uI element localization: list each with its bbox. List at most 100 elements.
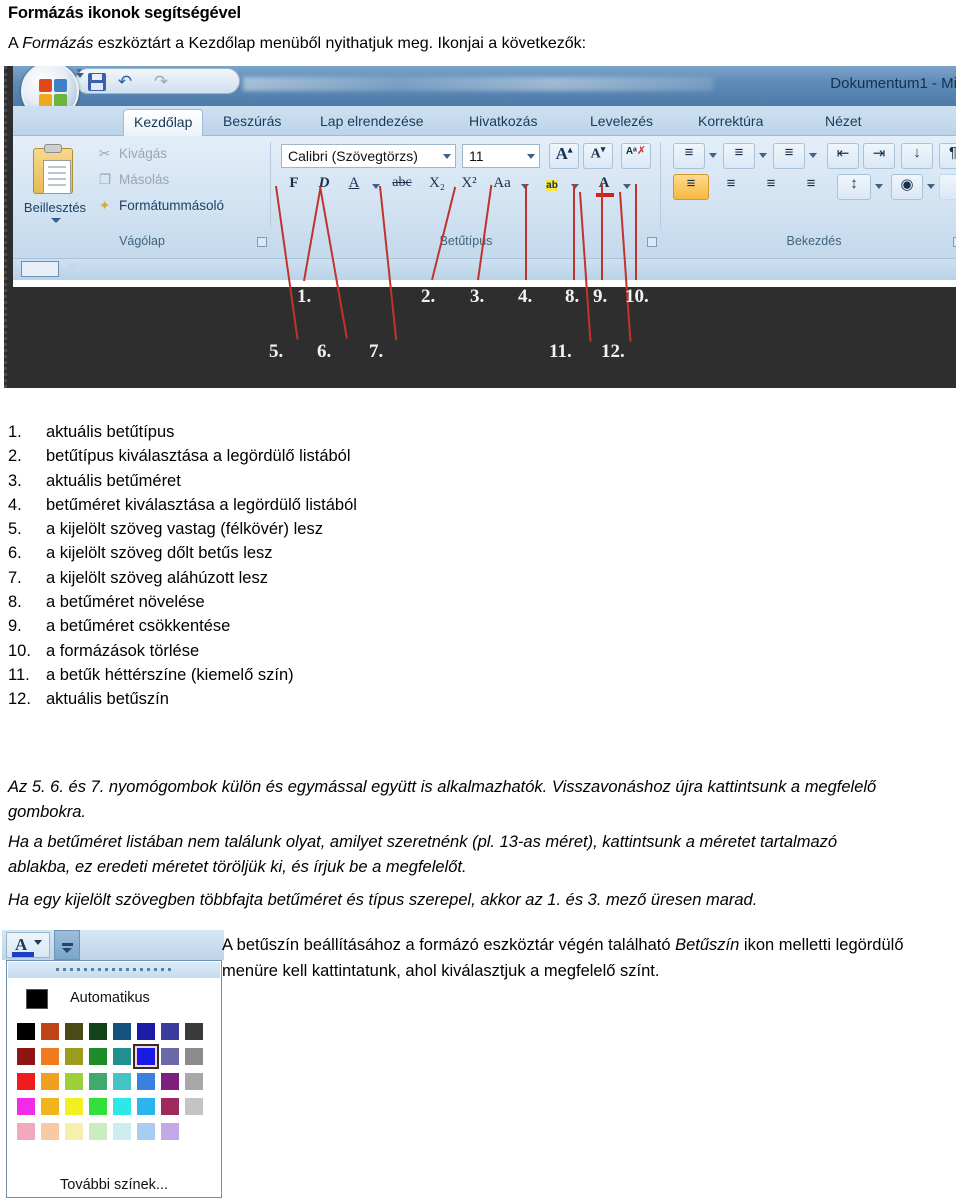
color-picker-handle[interactable] [54,930,80,960]
subscript-button[interactable]: X₂ [423,174,451,200]
undo-icon[interactable]: ↶ [116,73,134,91]
color-swatch[interactable] [89,1073,107,1090]
color-swatch[interactable] [161,1123,179,1140]
color-swatch[interactable] [137,1023,155,1040]
decrease-indent-icon[interactable]: ⇤ [827,143,859,169]
color-swatch[interactable] [17,1098,35,1115]
multilevel-list-dropdown-icon[interactable] [809,153,817,158]
color-swatch[interactable] [185,1073,203,1090]
color-swatch[interactable] [17,1023,35,1040]
color-swatch[interactable] [113,1073,131,1090]
bullet-list-icon[interactable]: ≡ [673,143,705,169]
color-swatch[interactable] [161,1048,179,1065]
font-size-dropdown-icon[interactable] [527,154,535,159]
ribbon-tab-strip[interactable]: Kezdőlap Beszúrás Lap elrendezése Hivatk… [13,106,956,136]
line-spacing-icon[interactable]: ↕ [837,174,871,200]
tab-levelezes[interactable]: Levelezés [580,109,663,136]
color-swatch[interactable] [41,1073,59,1090]
more-colors-item[interactable]: További színek... [8,1177,220,1193]
bullet-list-dropdown-icon[interactable] [709,153,717,158]
color-swatch[interactable] [17,1123,35,1140]
tab-korrektura[interactable]: Korrektúra [688,109,773,136]
underline-button[interactable]: A [341,174,367,200]
color-swatch[interactable] [113,1098,131,1115]
color-swatch[interactable] [161,1073,179,1090]
font-color-button[interactable]: A [6,932,50,958]
color-swatch[interactable] [65,1048,83,1065]
color-swatch[interactable] [137,1123,155,1140]
color-swatch[interactable] [137,1073,155,1090]
save-icon[interactable] [88,73,106,91]
selected-color-swatch[interactable] [137,1048,155,1065]
shading-icon[interactable]: ◉ [891,174,923,200]
tab-hivatkozas[interactable]: Hivatkozás [459,109,547,136]
color-picker-panel[interactable]: Automatikus További színek... [6,960,222,1198]
color-swatch[interactable] [41,1048,59,1065]
color-swatch[interactable] [89,1023,107,1040]
cut-button[interactable]: ✂ Kivágás [99,146,167,162]
customize-qat-icon[interactable] [76,73,84,78]
numbered-list-icon[interactable]: ≡ [723,143,755,169]
color-picker-grip[interactable] [8,962,220,978]
line-spacing-dropdown-icon[interactable] [875,184,883,189]
paste-dropdown-icon[interactable] [51,218,61,223]
copy-button[interactable]: ❐ Másolás [99,172,169,188]
clear-formatting-icon[interactable]: Aᵃ✗ [621,143,651,169]
italic-button[interactable]: D [311,174,337,200]
automatic-color-swatch[interactable] [26,989,48,1009]
sort-icon[interactable]: ↓ [901,143,933,169]
paste-icon[interactable] [31,144,77,196]
tab-kezdolap[interactable]: Kezdőlap [123,109,204,136]
color-swatch[interactable] [161,1098,179,1115]
align-center-icon[interactable]: ≡ [713,174,749,200]
color-swatch[interactable] [185,1023,203,1040]
color-swatch[interactable] [65,1123,83,1140]
paragraph-dialog-launcher[interactable] [953,237,956,247]
shading-dropdown-icon[interactable] [927,184,935,189]
multilevel-list-icon[interactable]: ≡ [773,143,805,169]
text-highlight-icon[interactable]: ab [537,174,567,200]
align-left-icon[interactable]: ≡ [673,174,709,200]
font-name-dropdown-icon[interactable] [443,154,451,159]
increase-indent-icon[interactable]: ⇥ [863,143,895,169]
tab-beszuras[interactable]: Beszúrás [213,109,291,136]
font-color-caret-icon[interactable] [34,940,42,945]
color-swatch[interactable] [41,1123,59,1140]
strikethrough-button[interactable]: abc [385,174,419,200]
justify-icon[interactable]: ≡ [793,174,829,200]
superscript-button[interactable]: X² [455,174,483,200]
color-swatch[interactable] [161,1023,179,1040]
show-formatting-marks-icon[interactable]: ¶ [939,143,956,169]
bold-button[interactable]: F [281,174,307,200]
color-swatch[interactable] [185,1048,203,1065]
color-swatch[interactable] [89,1048,107,1065]
color-swatch[interactable] [137,1098,155,1115]
font-color-dropdown-icon[interactable] [623,184,631,189]
automatic-color-row[interactable]: Automatikus [8,979,220,1019]
color-swatch[interactable] [17,1048,35,1065]
format-painter-button[interactable]: ✦ Formátummásoló [99,198,224,214]
color-swatch[interactable] [113,1023,131,1040]
font-color-icon[interactable]: A [589,174,619,200]
color-swatch[interactable] [89,1098,107,1115]
color-swatch[interactable] [65,1023,83,1040]
color-swatch[interactable] [65,1098,83,1115]
numbered-list-dropdown-icon[interactable] [759,153,767,158]
paste-button-label[interactable]: Beillesztés [15,200,95,215]
font-dialog-launcher[interactable] [647,237,657,247]
tab-lap-elrendezese[interactable]: Lap elrendezése [310,109,434,136]
color-swatch[interactable] [185,1098,203,1115]
color-swatch[interactable] [113,1048,131,1065]
font-name-input[interactable]: Calibri (Szövegtörzs) [281,144,456,168]
color-swatch[interactable] [185,1123,203,1140]
align-right-icon[interactable]: ≡ [753,174,789,200]
color-swatch[interactable] [65,1073,83,1090]
tab-nezet[interactable]: Nézet [815,109,872,136]
font-color-dropdown[interactable]: A Automatikus További színek... [2,930,224,1200]
color-swatch[interactable] [41,1023,59,1040]
color-swatch[interactable] [113,1123,131,1140]
color-swatch[interactable] [17,1073,35,1090]
redo-icon[interactable]: ↷ [152,73,170,91]
grow-font-icon[interactable]: A▴ [549,143,579,169]
shrink-font-icon[interactable]: A▾ [583,143,613,169]
